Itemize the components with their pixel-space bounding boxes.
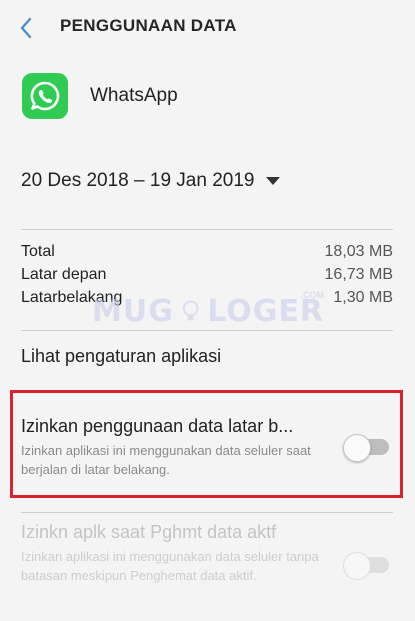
data-saver-setting: Izinkn aplk saat Pghmt data aktf Izinkan… <box>21 522 393 585</box>
setting-description: Izinkan aplikasi ini menggunakan data se… <box>21 443 311 477</box>
divider <box>21 229 393 230</box>
setting-title: Izinkan penggunaan data latar b... <box>21 416 294 436</box>
period-dropdown[interactable]: 20 Des 2018 – 19 Jan 2019 <box>21 170 281 192</box>
usage-label: Latarbelakang <box>21 289 123 306</box>
whatsapp-icon <box>22 73 68 119</box>
chevron-left-icon <box>20 17 32 39</box>
usage-label: Total <box>21 243 55 260</box>
period-label: 20 Des 2018 – 19 Jan 2019 <box>21 170 255 191</box>
toggle-knob <box>343 434 371 462</box>
usage-value: 16,73 MB <box>324 266 393 283</box>
app-info-row: WhatsApp <box>22 73 178 119</box>
view-app-settings-link[interactable]: Lihat pengaturan aplikasi <box>21 346 221 367</box>
background-data-setting[interactable]: Izinkan penggunaan data latar b... Izink… <box>21 416 393 479</box>
usage-value: 18,03 MB <box>324 243 393 260</box>
setting-description: Izinkan aplikasi ini menggunakan data se… <box>21 549 319 583</box>
back-button[interactable] <box>14 14 38 42</box>
usage-row-total: Total 18,03 MB <box>21 240 393 263</box>
usage-value: 1,30 MB <box>333 289 393 306</box>
background-data-toggle[interactable] <box>343 434 389 462</box>
usage-row-foreground: Latar depan 16,73 MB <box>21 263 393 286</box>
data-saver-toggle <box>343 552 389 580</box>
caret-down-icon <box>266 177 281 185</box>
usage-row-background: Latarbelakang 1,30 MB <box>21 286 393 309</box>
app-bar: PENGGUNAAN DATA <box>0 0 415 56</box>
divider <box>21 512 393 513</box>
divider <box>21 330 393 331</box>
page-title: PENGGUNAAN DATA <box>60 16 237 35</box>
usage-stats: Total 18,03 MB Latar depan 16,73 MB Lata… <box>21 240 393 309</box>
usage-label: Latar depan <box>21 266 107 283</box>
app-name: WhatsApp <box>90 85 178 106</box>
toggle-knob <box>343 552 371 580</box>
setting-title: Izinkn aplk saat Pghmt data aktf <box>21 522 277 542</box>
